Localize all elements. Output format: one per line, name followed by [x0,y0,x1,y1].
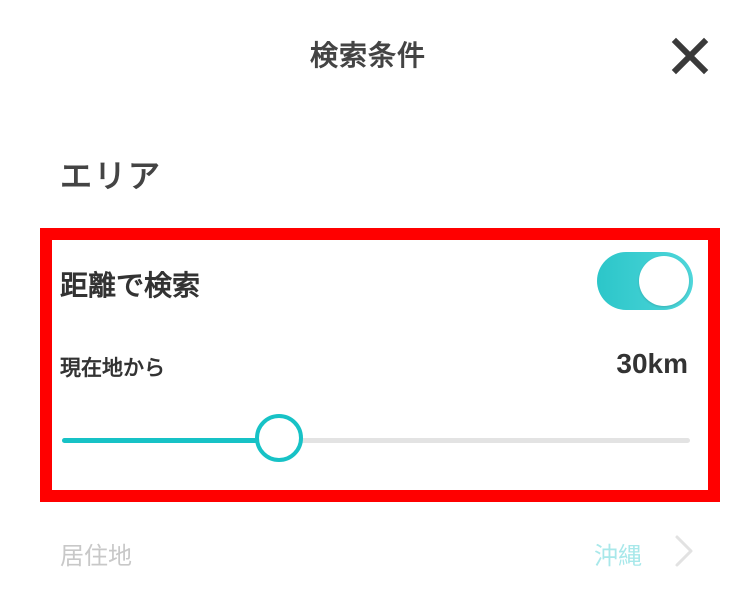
close-icon [668,34,712,78]
close-button[interactable] [668,34,712,78]
residence-value: 沖縄 [594,542,642,570]
residence-label: 居住地 [60,542,132,570]
slider-fill [62,438,279,443]
toggle-knob [639,256,689,306]
residence-row[interactable]: 居住地 沖縄 [0,520,736,584]
slider-thumb[interactable] [254,414,303,462]
distance-search-toggle[interactable] [597,252,693,310]
distance-search-label: 距離で検索 [60,269,201,302]
chevron-right-icon [672,534,696,568]
distance-slider[interactable] [62,412,690,468]
distance-value: 30km [616,348,688,379]
from-current-location-label: 現在地から [60,356,165,380]
area-section-title: エリア [60,157,163,195]
page-title: 検索条件 [309,39,426,72]
